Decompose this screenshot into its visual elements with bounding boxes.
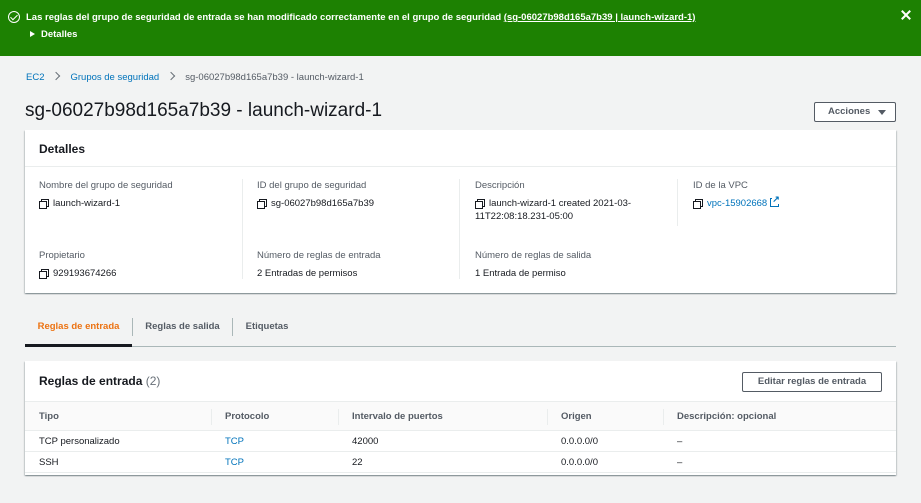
details-header: Detalles [25,130,896,167]
flash-details-toggle[interactable]: Detalles [30,29,77,40]
external-link-icon [770,195,780,207]
chevron-right-icon [166,71,176,81]
col-port-range[interactable]: Intervalo de puertos [352,411,443,422]
details-panel: Detalles Nombre del grupo de seguridad l… [25,130,896,293]
col-protocol[interactable]: Protocolo [225,411,269,422]
tab-inbound-rules[interactable]: Reglas de entrada [25,313,132,347]
column-divider [211,409,212,425]
security-group-link[interactable]: (sg-06027b98d165a7b39 | launch-wizard-1) [504,12,696,23]
column-divider [242,179,243,279]
rules-count: (2) [145,374,161,388]
close-icon[interactable] [900,9,912,21]
copy-icon[interactable] [39,199,49,209]
field-vpc-id: ID de la VPC vpc-15902668 [693,180,883,210]
check-circle-icon [8,11,20,23]
breadcrumb-current: sg-06027b98d165a7b39 - launch-wizard-1 [185,72,364,83]
breadcrumb: EC2 Grupos de seguridad sg-06027b98d165a7b… [26,71,364,83]
inbound-rules-panel: Reglas de entrada (2) Editar reglas de e… [25,361,896,475]
rules-title: Reglas de entrada (2) [39,374,161,388]
actions-button[interactable]: Acciones [814,102,896,122]
copy-icon[interactable] [257,199,267,209]
breadcrumb-ec2[interactable]: EC2 [26,72,44,83]
col-source[interactable]: Origen [561,411,592,422]
table-row: TCP personalizado TCP 42000 0.0.0.0/0 – [25,431,896,452]
tab-outbound-rules[interactable]: Reglas de salida [133,313,232,347]
column-divider [663,409,664,425]
copy-icon[interactable] [475,199,485,209]
copy-icon[interactable] [693,199,703,209]
page-title: sg-06027b98d165a7b39 - launch-wizard-1 [25,100,383,121]
col-description[interactable]: Descripción: opcional [677,411,776,422]
field-sg-name: Nombre del grupo de seguridad launch-wiz… [39,180,173,209]
field-description: Descripción launch-wizard-1 created 2021… [475,180,632,222]
field-outbound-count: Número de reglas de salida 1 Entrada de … [475,250,592,279]
rules-table: Tipo Protocolo Intervalo de puertos Orig… [25,401,896,473]
caret-right-icon [30,31,35,37]
field-sg-id: ID del grupo de seguridad sg-06027b98d16… [257,180,375,209]
chevron-right-icon [52,71,61,81]
field-owner: Propietario 929193674266 [39,250,117,279]
field-inbound-count: Número de reglas de entrada 2 Entradas d… [257,250,381,279]
vpc-link[interactable]: vpc-15902668 [707,198,767,209]
breadcrumb-security-groups[interactable]: Grupos de seguridad [70,72,159,83]
column-divider [338,409,339,425]
tab-tags[interactable]: Etiquetas [233,313,301,347]
tab-bar: Reglas de entrada Reglas de salida Etiqu… [25,313,896,347]
caret-down-icon [878,110,886,115]
edit-inbound-rules-button[interactable]: Editar reglas de entrada [742,372,882,392]
column-divider [677,179,678,226]
flash-message: Las reglas del grupo de seguridad de ent… [26,12,696,23]
column-divider [547,409,548,425]
success-flashbar: Las reglas del grupo de seguridad de ent… [0,0,921,56]
copy-icon[interactable] [39,269,49,279]
col-type[interactable]: Tipo [39,411,59,422]
table-header: Tipo Protocolo Intervalo de puertos Orig… [25,401,896,431]
column-divider [459,179,460,279]
table-row: SSH TCP 22 0.0.0.0/0 – [25,452,896,473]
